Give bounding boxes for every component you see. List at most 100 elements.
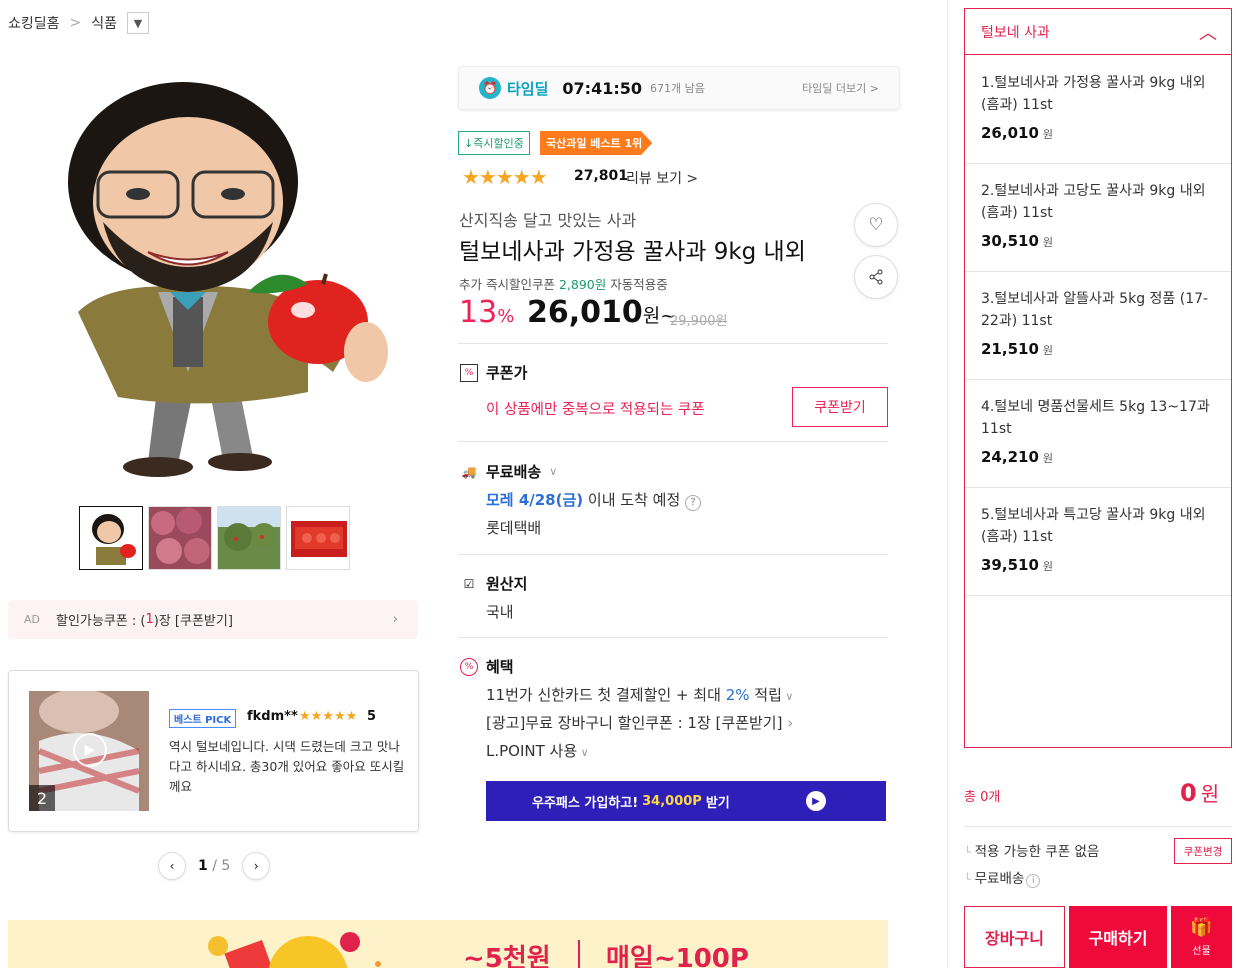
thumbnail-2[interactable] xyxy=(148,506,212,570)
thumbnail-4[interactable] xyxy=(286,506,350,570)
buy-button[interactable]: 구매하기 xyxy=(1069,906,1167,968)
option-price: 30,510 xyxy=(981,232,1039,250)
option-unit: 원 xyxy=(1042,560,1054,573)
instant-discount-tag: ↓즉시할인중 xyxy=(458,131,530,155)
delivery-section-head[interactable]: 🚚 무료배송 ∨ xyxy=(460,461,558,482)
benefit-line-1[interactable]: 11번가 신한카드 첫 결제할인 + 최대 2% 적립 ∨ xyxy=(486,684,793,705)
info-icon[interactable]: i xyxy=(1026,874,1041,888)
total-unit: 원 xyxy=(1200,782,1220,806)
play-icon[interactable]: ▶ xyxy=(73,733,107,767)
rating-stars: ★★★★★ xyxy=(462,165,548,189)
chevron-down-icon[interactable]: ▼ xyxy=(127,12,150,34)
review-card[interactable]: ▶ 2 베스트 PICK fkdm** ★★★★★ 5 역시 털보네입니다. 시… xyxy=(8,670,419,832)
benefit-line-1-prefix: 11번가 신한카드 첫 결제할인 + 최대 xyxy=(486,686,721,704)
shipping-note-text: 무료배송 xyxy=(974,871,1025,887)
option-unit: 원 xyxy=(1042,344,1054,357)
thumbnail-3[interactable] xyxy=(217,506,281,570)
option-name: 5.털보네사과 특고당 꿀사과 9kg 내외(흠과) 11st xyxy=(981,507,1206,545)
best-rank-tag: 국산과일 베스트 1위 xyxy=(540,131,653,155)
option-unit: 원 xyxy=(1042,128,1054,141)
option-panel-title: 털보네 사과 xyxy=(981,24,1050,41)
delivery-date: 모레 4/28(금) xyxy=(486,491,584,509)
promo-banner[interactable]: ~5천원 매일~100P xyxy=(8,920,888,968)
prev-button[interactable]: ‹ xyxy=(158,852,186,880)
review-user: fkdm** xyxy=(247,709,298,724)
delivery-date-rest: 이내 도착 예정 xyxy=(587,491,681,509)
discount-unit: % xyxy=(497,306,515,327)
share-icon[interactable] xyxy=(854,255,898,299)
option-price: 24,210 xyxy=(981,448,1039,466)
ad-coupon-suffix: )장 [쿠폰받기] xyxy=(153,614,233,629)
chevron-down-icon: ∨ xyxy=(549,465,558,478)
option-name: 1.털보네사과 가정용 꿀사과 9kg 내외(흠과) 11st xyxy=(981,75,1206,113)
breadcrumb-category[interactable]: 식품 xyxy=(91,13,117,33)
shipping-note: └ 무료배송 i xyxy=(964,867,1041,888)
thumbnail-strip xyxy=(79,506,350,570)
option-panel-header[interactable]: 털보네 사과 ︿ xyxy=(965,9,1231,55)
gift-button[interactable]: 🎁 선물 xyxy=(1171,906,1232,968)
chevron-right-icon: › xyxy=(782,714,794,732)
thumbnail-1[interactable] xyxy=(79,506,143,570)
coupon-note-text: 적용 가능한 쿠폰 없음 xyxy=(974,844,1100,860)
option-item[interactable]: 1.털보네사과 가정용 꿀사과 9kg 내외(흠과) 11st 26,010 원 xyxy=(965,56,1231,164)
timedeal-label: 타임딜 xyxy=(507,79,549,98)
ad-coupon-bar[interactable]: AD 할인가능쿠폰 : (1)장 [쿠폰받기] › xyxy=(8,600,418,639)
review-image-count: 2 xyxy=(29,785,55,811)
delivery-carrier: 롯데택배 xyxy=(486,519,542,537)
benefit-line-3[interactable]: L.POINT 사용 ∨ xyxy=(486,740,589,761)
pager-current: 1 xyxy=(198,858,208,874)
benefit-line-2[interactable]: [광고]무료 장바구니 할인쿠폰 : 1장 [쿠폰받기] › xyxy=(486,712,793,733)
chevron-up-icon[interactable]: ︿ xyxy=(1199,19,1217,45)
pager-separator: / xyxy=(212,858,217,874)
option-price: 26,010 xyxy=(981,124,1039,142)
review-stars: ★★★★★ xyxy=(299,709,358,724)
banner-left-text: ~5천원 xyxy=(463,944,551,968)
discount-rate: 13% xyxy=(459,295,514,330)
origin-section-head: ☑ 원산지 xyxy=(460,573,528,594)
option-price: 21,510 xyxy=(981,340,1039,358)
option-item[interactable]: 5.털보네사과 특고당 꿀사과 9kg 내외(흠과) 11st 39,510 원 xyxy=(965,488,1231,596)
option-item[interactable]: 2.털보네사과 고당도 꿀사과 9kg 내외(흠과) 11st 30,510 원 xyxy=(965,164,1231,272)
breadcrumb-separator: > xyxy=(69,15,82,31)
option-price: 39,510 xyxy=(981,556,1039,574)
option-name: 2.털보네사과 고당도 꿀사과 9kg 내외(흠과) 11st xyxy=(981,183,1206,221)
ad-label: AD xyxy=(24,613,40,626)
best-pick-badge: 베스트 PICK xyxy=(169,709,237,728)
truck-icon: 🚚 xyxy=(461,464,477,479)
upass-banner[interactable]: 우주패스 가입하고! 34,000P 받기 ▶ xyxy=(486,781,886,821)
coupon-section-title: 쿠폰가 xyxy=(486,364,528,382)
review-pager: ‹ 1 / 5 › xyxy=(158,852,271,880)
column-divider xyxy=(947,0,948,968)
banner-divider xyxy=(578,940,580,968)
coupon-change-button[interactable]: 쿠폰변경 xyxy=(1174,838,1232,864)
breadcrumb-home[interactable]: 쇼킹딜홈 xyxy=(8,13,60,33)
option-name: 3.털보네사과 알뜰사과 5kg 정품 (17-22과) 11st xyxy=(981,291,1209,329)
arrow-right-icon: ▶ xyxy=(806,791,826,811)
timedeal-bar[interactable]: ⏰ 타임딜 07:41:50 671개 남음 타임딜 더보기 > xyxy=(458,66,900,110)
divider xyxy=(458,441,888,442)
coupon-section-head: % 쿠폰가 xyxy=(460,362,527,383)
cart-button[interactable]: 장바구니 xyxy=(964,906,1065,968)
benefit-line-1-suffix: 적립 xyxy=(754,686,782,704)
timedeal-remaining: 671개 남음 xyxy=(650,82,705,95)
wishlist-heart-icon[interactable]: ♡ xyxy=(854,203,898,247)
chevron-right-icon: › xyxy=(392,612,398,627)
option-item[interactable]: 4.털보네 명품선물세트 5kg 13~17과 11st 24,210 원 xyxy=(965,380,1231,488)
option-item[interactable]: 3.털보네사과 알뜰사과 5kg 정품 (17-22과) 11st 21,510… xyxy=(965,272,1231,380)
option-unit: 원 xyxy=(1042,236,1054,249)
breadcrumb: 쇼킹딜홈 > 식품 ▼ xyxy=(8,12,150,34)
review-text: 역시 털보네입니다. 시댁 드렸는데 크고 맛나다고 하시네요. 총30개 있어… xyxy=(169,739,405,794)
timedeal-more-link[interactable]: 타임딜 더보기 > xyxy=(802,80,879,96)
get-coupon-button[interactable]: 쿠폰받기 xyxy=(792,387,888,427)
origin-title: 원산지 xyxy=(486,575,528,593)
review-link[interactable]: 리뷰 보기 > xyxy=(626,168,698,188)
benefit-line-3-text: L.POINT 사용 xyxy=(486,742,578,760)
next-button[interactable]: › xyxy=(242,852,271,880)
option-unit: 원 xyxy=(1042,452,1054,465)
review-image[interactable]: ▶ 2 xyxy=(29,691,149,811)
extra-coupon-prefix: 추가 즉시할인쿠폰 xyxy=(459,277,555,292)
help-icon[interactable]: ? xyxy=(685,495,702,511)
ad-coupon-prefix: 할인가능쿠폰 : ( xyxy=(56,614,146,629)
timedeal-time: 07:41:50 xyxy=(562,78,642,98)
benefit-line-1-pct: 2% xyxy=(725,686,750,704)
